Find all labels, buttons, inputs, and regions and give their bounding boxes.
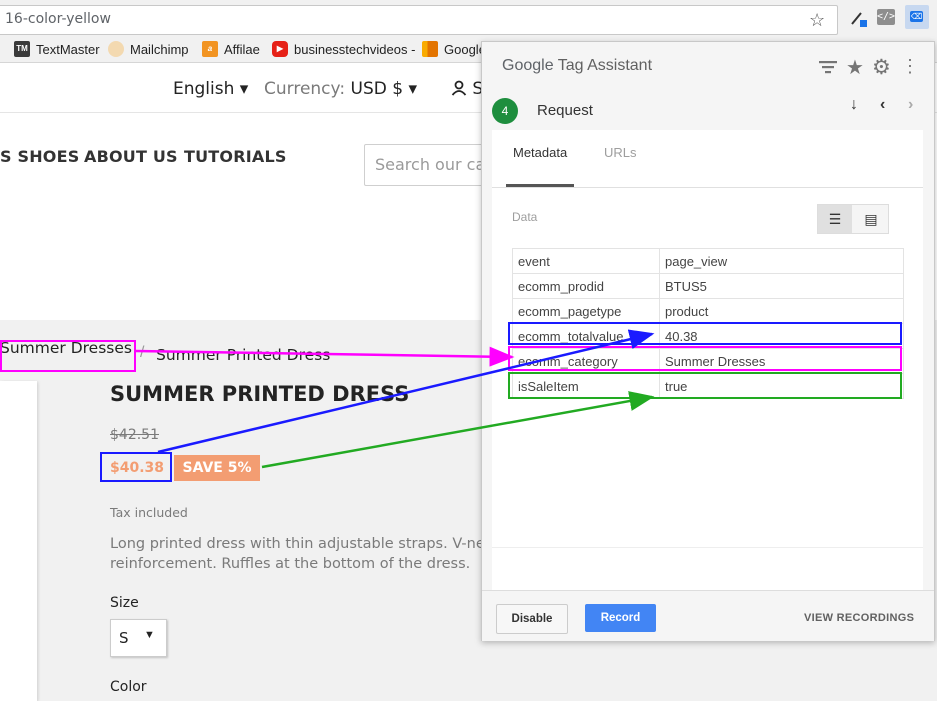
- discount-badge: SAVE 5%: [174, 455, 260, 481]
- bookmark-label: TextMaster: [36, 41, 100, 57]
- chevron-right-icon[interactable]: ›: [908, 96, 913, 114]
- popup-footer: Disable Record VIEW RECORDINGS: [482, 590, 934, 641]
- metadata-value: page_view: [659, 248, 904, 274]
- metadata-value: product: [659, 298, 904, 324]
- metadata-row: event page_view: [512, 248, 904, 274]
- metadata-key: ecomm_prodid: [512, 273, 660, 299]
- textmaster-icon: TM: [14, 41, 30, 57]
- bookmark-label: Mailchimp: [130, 41, 189, 57]
- metadata-key: event: [512, 248, 660, 274]
- view-toggle: ☰ ▤: [817, 204, 889, 234]
- card-divider: [492, 547, 923, 548]
- bookmark-businesstechvideos[interactable]: ▶ businesstechvideos -: [272, 40, 415, 58]
- size-value: S: [119, 629, 129, 647]
- record-button[interactable]: Record: [585, 604, 656, 632]
- bookmark-label: businesstechvideos -: [294, 41, 416, 57]
- description-line: Long printed dress with thin adjustable …: [110, 536, 490, 552]
- currency-selector[interactable]: Currency: USD $ ▾: [264, 79, 417, 99]
- tag-assistant-extension-icon[interactable]: ⌫: [905, 5, 929, 29]
- product-image-panel: [0, 381, 37, 701]
- annotation-box-category-row: [508, 346, 902, 371]
- filter-icon[interactable]: [819, 59, 837, 80]
- bookmark-star-icon[interactable]: ☆: [809, 10, 825, 31]
- metadata-row: ecomm_pagetype product: [512, 298, 904, 324]
- account-link[interactable]: S: [451, 79, 483, 99]
- data-section-label: Data: [512, 210, 538, 224]
- list-view-icon[interactable]: ☰: [818, 205, 852, 233]
- annotation-box-totalvalue-row: [508, 322, 902, 345]
- size-select[interactable]: S ▼: [110, 619, 167, 657]
- bookmark-google[interactable]: Google: [422, 40, 486, 58]
- disable-button[interactable]: Disable: [496, 604, 568, 634]
- address-bar[interactable]: 16-color-yellow ☆: [0, 5, 838, 35]
- chevron-left-icon[interactable]: ‹: [880, 96, 885, 114]
- nav-item-tutorials[interactable]: TUTORIALS: [184, 147, 287, 166]
- tab-metadata[interactable]: Metadata: [513, 145, 567, 160]
- annotation-box-category: [0, 340, 136, 372]
- bookmark-affilae[interactable]: a Affilae: [202, 40, 260, 58]
- bookmark-textmaster[interactable]: TM TextMaster: [14, 40, 100, 58]
- metadata-row: ecomm_prodid BTUS5: [512, 273, 904, 299]
- annotation-box-sale-row: [508, 372, 902, 399]
- description-line: reinforcement. Ruffles at the bottom of …: [110, 556, 471, 572]
- gear-icon[interactable]: ⚙: [872, 55, 891, 80]
- metadata-value: BTUS5: [659, 273, 904, 299]
- browser-toolbar: 16-color-yellow ☆ </> ⌫: [0, 0, 937, 36]
- star-icon[interactable]: ★: [846, 55, 864, 80]
- regular-price: $42.51: [110, 427, 159, 443]
- google-analytics-icon: [422, 41, 438, 57]
- tab-divider: [492, 187, 923, 188]
- metadata-key: ecomm_pagetype: [512, 298, 660, 324]
- bookmark-label: Affilae: [224, 41, 260, 57]
- request-label: Request: [537, 102, 593, 119]
- tax-note: Tax included: [110, 505, 188, 520]
- language-selector[interactable]: English ▾: [173, 79, 248, 99]
- caret-down-icon: ▼: [144, 629, 155, 641]
- product-title: SUMMER PRINTED DRESS: [110, 382, 410, 406]
- breadcrumb-current: Summer Printed Dress: [156, 346, 331, 364]
- arrow-down-icon[interactable]: ↓: [850, 96, 858, 114]
- bookmark-label: Google: [444, 41, 486, 57]
- code-extension-icon[interactable]: </>: [877, 9, 895, 25]
- nav-item-shoes[interactable]: S SHOES: [0, 147, 79, 166]
- product-description: Long printed dress with thin adjustable …: [110, 534, 490, 574]
- mailchimp-icon: [108, 41, 124, 57]
- bookmark-mailchimp[interactable]: Mailchimp: [108, 40, 189, 58]
- annotation-box-price: [100, 452, 172, 482]
- color-label: Color: [110, 679, 147, 695]
- url-text: 16-color-yellow: [5, 11, 111, 27]
- popup-title: Google Tag Assistant: [502, 57, 653, 74]
- more-vertical-icon[interactable]: ⋮: [901, 56, 919, 77]
- tab-urls[interactable]: URLs: [604, 145, 637, 160]
- affilae-icon: a: [202, 41, 218, 57]
- view-recordings-button[interactable]: VIEW RECORDINGS: [804, 612, 914, 624]
- search-placeholder: Search our cat: [375, 155, 492, 174]
- breadcrumb-separator: /: [140, 344, 145, 361]
- table-view-icon[interactable]: ▤: [854, 205, 888, 233]
- eyedropper-extension-icon[interactable]: [848, 8, 868, 28]
- youtube-icon: ▶: [272, 41, 288, 57]
- nav-item-about-us[interactable]: ABOUT US: [84, 147, 178, 166]
- request-count-badge: 4: [492, 98, 518, 124]
- user-icon: [451, 80, 467, 96]
- size-label: Size: [110, 595, 139, 611]
